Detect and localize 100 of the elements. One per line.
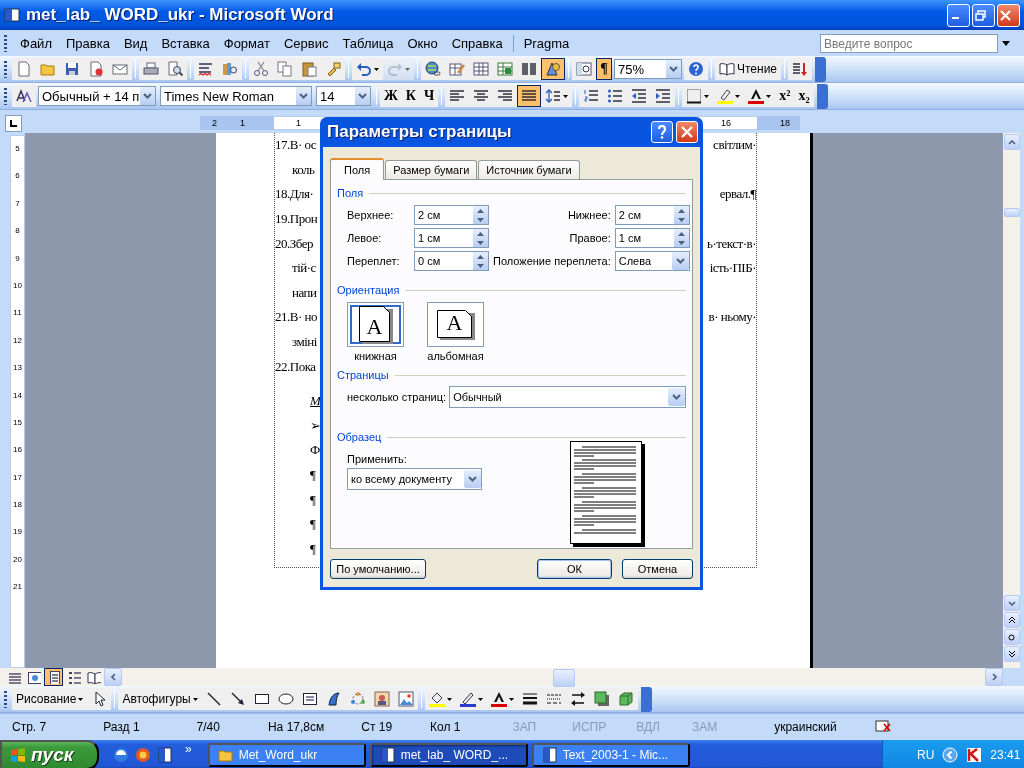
format-button[interactable]: Ч	[420, 85, 439, 107]
window-title: met_lab_ WORD_ukr - Microsoft Word	[26, 5, 335, 25]
section-heading: Ориентация	[337, 284, 400, 296]
zoom-field[interactable]: 75%	[614, 59, 682, 79]
taskbar-button[interactable]: Text_2003-1 - Mic...	[531, 743, 690, 767]
dialog-title: Параметры страницы	[327, 122, 513, 142]
document-text: ість·ПІБ·	[709, 260, 756, 277]
field-label: Положение переплета:	[493, 255, 611, 267]
margin-field[interactable]: 2 см	[414, 205, 489, 225]
ruler-number: 1	[296, 117, 301, 130]
menu-item[interactable]: Файл	[13, 32, 59, 54]
start-button[interactable]: пуск	[0, 740, 99, 768]
question-field[interactable]: Введите вопрос	[820, 33, 998, 53]
tab[interactable]: Размер бумаги	[385, 160, 478, 179]
ruler-number: 2	[212, 117, 217, 130]
menu-item[interactable]: Таблица	[335, 32, 401, 54]
field-label: Правое:	[568, 232, 611, 244]
menu-item[interactable]: Pragma	[516, 32, 577, 54]
status-text: На 17,8см	[267, 720, 325, 734]
format-button[interactable]: Ж	[380, 85, 402, 107]
menu-item[interactable]: Вид	[116, 32, 155, 54]
status-text: ЗАП	[512, 720, 537, 734]
menu-button[interactable]: Автофигуры	[118, 688, 202, 710]
taskbar-button[interactable]: Met_Word_ukr	[207, 743, 366, 767]
document-text: ¶	[309, 516, 316, 533]
document-text: 17.В· ос	[275, 137, 317, 154]
reading-button[interactable]: Чтение	[715, 58, 782, 80]
ruler-number: 10	[13, 279, 22, 292]
ruler-number: 18	[13, 499, 22, 512]
document-text: тій·с	[291, 260, 316, 277]
field-label: Применить:	[347, 453, 408, 465]
orientation-button[interactable]: A	[347, 302, 404, 347]
font-field[interactable]: Times New Roman	[160, 86, 312, 106]
ruler-number: 13	[13, 362, 22, 375]
field-label: Нижнее:	[566, 209, 611, 221]
ruler-number: 11	[13, 307, 22, 320]
margin-field[interactable]: 1 см	[414, 228, 489, 248]
ruler-number: 16	[13, 444, 22, 457]
menu-button[interactable]: Рисование	[12, 688, 88, 710]
tab[interactable]: Поля	[330, 158, 385, 180]
format-button[interactable]: x²	[775, 85, 795, 107]
format-button[interactable]: ¶	[596, 58, 612, 80]
ruler-number: 12	[13, 334, 22, 347]
taskbar-button[interactable]: met_lab_ WORD_...	[369, 743, 528, 767]
clock: 23:41	[990, 748, 1021, 762]
menu-item[interactable]: Сервис	[276, 32, 336, 54]
document-text: ь·текст·в·	[707, 235, 756, 252]
format-button[interactable]: x₂	[794, 85, 814, 107]
field-label: Переплет:	[347, 255, 401, 267]
margin-field[interactable]: 0 см	[414, 251, 489, 271]
document-text: ¶	[309, 491, 316, 508]
status-text: ВДЛ	[636, 720, 660, 734]
status-text: ЗАМ	[691, 720, 718, 734]
section-heading: Поля	[337, 187, 364, 199]
margin-field[interactable]: 2 см	[614, 205, 690, 225]
document-text: коль	[291, 161, 315, 178]
menu-item[interactable]: Окно	[400, 32, 445, 54]
apply-to-field[interactable]: ко всему документу	[347, 468, 482, 490]
style-field[interactable]: Обычный + 14 п	[38, 86, 156, 106]
ok-button[interactable]: ОК	[537, 559, 612, 579]
status-text: Ст 19	[361, 720, 393, 734]
ruler-number: 1	[240, 117, 245, 130]
ruler-number: 9	[15, 252, 20, 265]
section-heading: Образец	[337, 431, 382, 443]
more-button[interactable]: »	[185, 742, 192, 756]
document-text: 19.Прон	[275, 211, 318, 228]
margin-field[interactable]: 1 см	[614, 228, 690, 248]
document-text: зміні	[291, 334, 317, 351]
ruler-number: 20	[13, 553, 22, 566]
field-label: Верхнее:	[347, 209, 395, 221]
gutter-position-field[interactable]: Слева	[614, 251, 690, 271]
status-text: украинский	[774, 720, 837, 734]
document-text: світлим·	[713, 137, 756, 154]
menu-item[interactable]: Справка	[444, 32, 510, 54]
vertical-ruler[interactable]: 5 6 7 8 9 10 11 12 13 14 15 16 17 18 19 20 21	[10, 135, 25, 668]
menu-item[interactable]: Правка	[58, 32, 117, 54]
menu-item[interactable]: Вставка	[154, 32, 217, 54]
ruler-number: 19	[13, 526, 22, 539]
document-text: ¶	[309, 540, 316, 557]
defaults-button[interactable]: По умолчанию...	[330, 559, 426, 579]
document-text: ¶	[309, 467, 316, 483]
status-text: ИСПР	[572, 720, 607, 734]
document-text: 22.Пока	[275, 358, 316, 375]
font-size-field[interactable]: 14	[316, 86, 371, 106]
field-label: Левое:	[347, 232, 383, 244]
ruler-number: 18	[780, 117, 790, 130]
cancel-button[interactable]: Отмена	[622, 559, 693, 579]
ruler-number: 17	[13, 471, 22, 484]
document-text: в· ньому·	[708, 309, 756, 326]
page-icon: A	[358, 305, 393, 344]
ruler-number: 7	[15, 197, 20, 210]
status-text: 7/40	[196, 720, 220, 734]
ruler-number: 8	[15, 225, 20, 238]
pages-field[interactable]: Обычный	[449, 386, 686, 408]
document-text: М	[309, 393, 321, 410]
document-text: ➢	[309, 417, 321, 434]
tab[interactable]: Источник бумаги	[478, 160, 580, 179]
status-text: Разд 1	[103, 720, 140, 734]
menu-item[interactable]: Формат	[216, 32, 277, 54]
orientation-button[interactable]: A	[427, 302, 484, 347]
